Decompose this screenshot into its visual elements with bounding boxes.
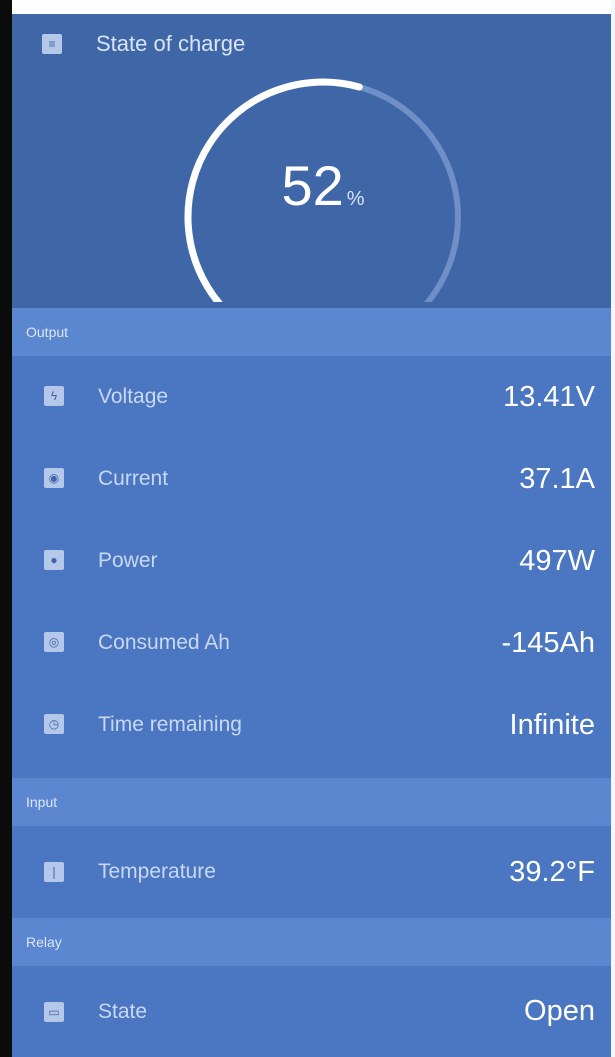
list-item-time-remaining[interactable]: ◷ Time remaining Infinite	[12, 684, 611, 766]
relay-state-value: Open	[524, 995, 595, 1027]
temperature-label: Temperature	[98, 860, 216, 883]
voltage-label: Voltage	[98, 385, 169, 408]
app-frame: ≡ State of charge 52% Output ϟ Voltage 1…	[0, 0, 615, 1057]
clock-icon: ◷	[44, 714, 64, 734]
state-of-charge-panel: ≡ State of charge 52%	[12, 14, 611, 308]
output-list: ϟ Voltage 13.41V ◉ Current 37.1A ● Power…	[12, 356, 611, 778]
section-relay: Relay	[12, 918, 611, 966]
input-list: ❘ Temperature 39.2°F	[12, 826, 611, 918]
power-label: Power	[98, 549, 158, 572]
temperature-value: 39.2°F	[509, 855, 595, 888]
list-item-temperature[interactable]: ❘ Temperature 39.2°F	[12, 826, 611, 918]
left-border	[0, 0, 12, 1057]
section-output: Output	[12, 308, 611, 356]
list-item-voltage[interactable]: ϟ Voltage 13.41V	[12, 356, 611, 438]
power-value: 497W	[519, 544, 595, 577]
soc-unit: %	[346, 188, 365, 210]
state-of-charge-gauge: 52%	[178, 72, 468, 302]
list-item-relay-state[interactable]: ▭ State Open	[12, 966, 611, 1057]
voltage-value: 13.41V	[503, 380, 595, 413]
list-icon: ≡	[42, 34, 62, 54]
list-item-consumed-ah[interactable]: ◎ Consumed Ah -145Ah	[12, 602, 611, 684]
right-strip	[611, 0, 615, 1057]
current-value: 37.1A	[519, 462, 595, 495]
relay-list: ▭ State Open	[12, 966, 611, 1057]
consumed-ah-value: -145Ah	[501, 626, 595, 659]
consumed-ah-label: Consumed Ah	[98, 631, 230, 654]
state-of-charge-title: State of charge	[96, 31, 246, 56]
current-icon: ◉	[44, 468, 64, 488]
power-icon: ●	[44, 550, 64, 570]
soc-number: 52	[281, 154, 344, 217]
section-input-label: Input	[26, 794, 58, 810]
current-label: Current	[98, 467, 169, 490]
list-item-power[interactable]: ● Power 497W	[12, 520, 611, 602]
thermometer-icon: ❘	[44, 862, 64, 882]
relay-icon: ▭	[44, 1002, 64, 1022]
consumed-icon: ◎	[44, 632, 64, 652]
state-of-charge-value: 52%	[178, 158, 468, 214]
top-strip	[12, 0, 615, 14]
section-output-label: Output	[26, 324, 69, 340]
section-input: Input	[12, 778, 611, 826]
relay-state-label: State	[98, 999, 148, 1023]
section-relay-label: Relay	[26, 934, 62, 950]
time-remaining-value: Infinite	[509, 708, 595, 741]
state-of-charge-title-row: ≡ State of charge	[42, 30, 245, 58]
list-item-current[interactable]: ◉ Current 37.1A	[12, 438, 611, 520]
bolt-icon: ϟ	[44, 386, 64, 406]
time-remaining-label: Time remaining	[98, 713, 242, 736]
